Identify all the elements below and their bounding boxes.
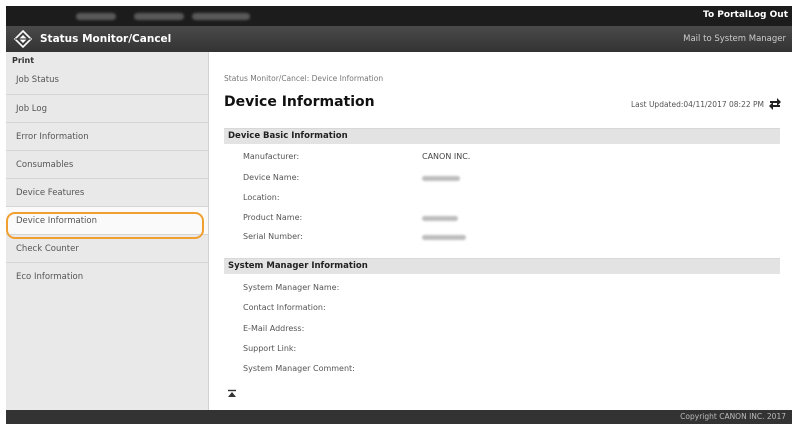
support-link-label: Support Link: xyxy=(243,344,297,353)
system-manager-comment-label: System Manager Comment: xyxy=(243,364,355,373)
refresh-icon[interactable] xyxy=(768,96,782,110)
blurred-text xyxy=(134,13,184,20)
log-out-link[interactable]: Log Out xyxy=(748,10,788,20)
top-bar: To Portal Log Out xyxy=(6,6,792,26)
system-manager-name-label: System Manager Name: xyxy=(243,283,340,292)
serial-number-value-redacted xyxy=(422,235,466,240)
breadcrumb: Status Monitor/Cancel: Device Informatio… xyxy=(224,74,384,83)
sidebar-item-job-status[interactable]: Job Status xyxy=(6,66,208,94)
browser-page: To Portal Log Out Status Monitor/Cancel … xyxy=(6,6,792,424)
selection-highlight xyxy=(6,212,204,239)
system-manager-info-header: System Manager Information xyxy=(224,258,780,274)
copyright: Copyright CANON INC. 2017 xyxy=(680,412,786,421)
page-title: Device Information xyxy=(224,94,375,110)
device-name-label: Device Name: xyxy=(243,173,300,182)
product-name-value-redacted xyxy=(422,216,458,221)
last-updated: Last Updated:04/11/2017 08:22 PM xyxy=(630,100,764,109)
footer: Copyright CANON INC. 2017 xyxy=(6,410,792,424)
product-name-label: Product Name: xyxy=(243,213,303,222)
location-label: Location: xyxy=(243,193,280,202)
manufacturer-value: CANON INC. xyxy=(422,152,471,161)
title-bar: Status Monitor/Cancel Mail to System Man… xyxy=(6,26,792,52)
sidebar-section-print: Print xyxy=(12,56,35,65)
sidebar-item-label: Consumables xyxy=(16,160,74,170)
sidebar-item-job-log[interactable]: Job Log xyxy=(6,94,208,122)
sidebar-item-eco-information[interactable]: Eco Information xyxy=(6,262,208,290)
sidebar-item-device-features[interactable]: Device Features xyxy=(6,178,208,206)
blurred-text xyxy=(76,13,116,20)
sidebar-item-label: Error Information xyxy=(16,132,89,142)
sidebar-item-label: Job Status xyxy=(16,75,59,85)
app-title: Status Monitor/Cancel xyxy=(40,33,172,45)
mail-to-manager-link[interactable]: Mail to System Manager xyxy=(683,34,786,44)
sidebar-item-label: Job Log xyxy=(16,104,47,114)
blurred-text xyxy=(192,13,250,20)
manufacturer-label: Manufacturer: xyxy=(243,152,300,161)
sidebar-item-error-information[interactable]: Error Information xyxy=(6,122,208,150)
sidebar-item-consumables[interactable]: Consumables xyxy=(6,150,208,178)
contact-information-label: Contact Information: xyxy=(243,303,326,312)
to-portal-link[interactable]: To Portal xyxy=(703,10,748,20)
serial-number-label: Serial Number: xyxy=(243,232,303,241)
device-basic-info-header: Device Basic Information xyxy=(224,128,780,144)
main-content: Status Monitor/Cancel: Device Informatio… xyxy=(209,52,792,410)
sidebar-item-label: Device Features xyxy=(16,188,85,198)
email-address-label: E-Mail Address: xyxy=(243,324,305,333)
to-top-icon[interactable] xyxy=(227,389,237,399)
sidebar-item-label: Check Counter xyxy=(16,244,79,254)
device-name-value-redacted xyxy=(422,176,460,181)
status-monitor-logo-icon xyxy=(14,30,32,48)
sidebar-item-label: Eco Information xyxy=(16,272,84,282)
